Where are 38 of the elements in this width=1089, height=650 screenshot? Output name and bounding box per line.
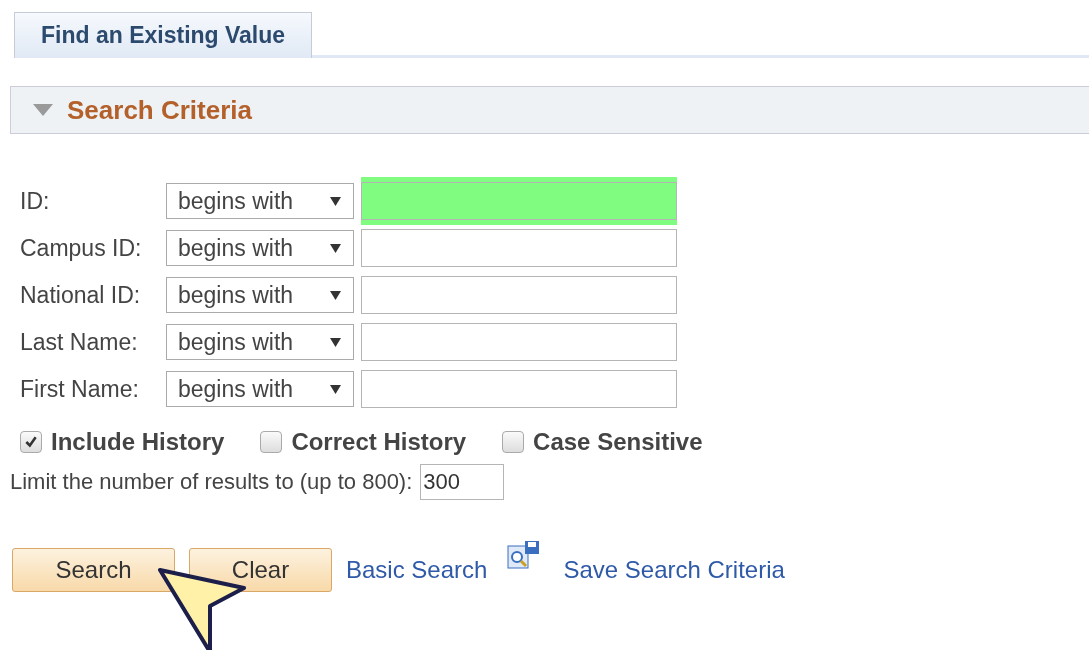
dropdown-arrow-icon — [330, 384, 341, 394]
field-label: ID: — [20, 187, 51, 215]
dropdown-arrow-icon — [330, 243, 341, 253]
check-icon — [24, 435, 38, 449]
tab[interactable]: Find an Existing Value — [14, 12, 313, 58]
operator-dropdown[interactable]: begins with — [166, 277, 354, 313]
basic-search-link[interactable]: Basic Search — [346, 556, 488, 584]
input-field[interactable] — [361, 276, 677, 314]
operator-dropdown[interactable]: begins with — [166, 324, 354, 360]
save-search-link[interactable]: Save Search Criteria — [563, 556, 785, 584]
operator-dropdown[interactable]: begins with — [166, 183, 354, 219]
limit-field[interactable]: 300 — [420, 464, 505, 500]
limit-label: Limit the number of results to (up to 800): — [10, 469, 413, 495]
action-button[interactable]: Search — [12, 548, 175, 592]
field-label: National ID: — [20, 281, 142, 309]
checkbox[interactable] — [260, 431, 283, 453]
input-field[interactable] — [361, 323, 677, 361]
checkbox[interactable] — [502, 431, 525, 453]
collapse-triangle-icon[interactable] — [33, 104, 53, 116]
checkbox[interactable] — [20, 431, 42, 453]
action-button[interactable]: Clear — [189, 548, 332, 592]
dropdown-arrow-icon — [330, 290, 341, 300]
section-header[interactable]: Search Criteria — [10, 86, 1089, 134]
operator-dropdown[interactable]: begins with — [166, 230, 354, 266]
field-label: First Name: — [20, 375, 140, 403]
section-title: Search Criteria — [67, 94, 252, 126]
dropdown-arrow-icon — [330, 196, 341, 206]
dropdown-arrow-icon — [330, 337, 341, 347]
input-field[interactable] — [361, 370, 677, 408]
input-field[interactable] — [361, 229, 677, 267]
field-label: Last Name: — [20, 328, 139, 356]
checkbox-label: Include History — [51, 428, 225, 456]
field-label: Campus ID: — [20, 234, 143, 262]
checkbox-label: Correct History — [291, 428, 467, 456]
operator-dropdown[interactable]: begins with — [166, 371, 354, 407]
checkbox-label: Case Sensitive — [533, 428, 703, 456]
document-magnifier-icon[interactable] — [507, 540, 542, 570]
input-field[interactable] — [361, 182, 677, 220]
